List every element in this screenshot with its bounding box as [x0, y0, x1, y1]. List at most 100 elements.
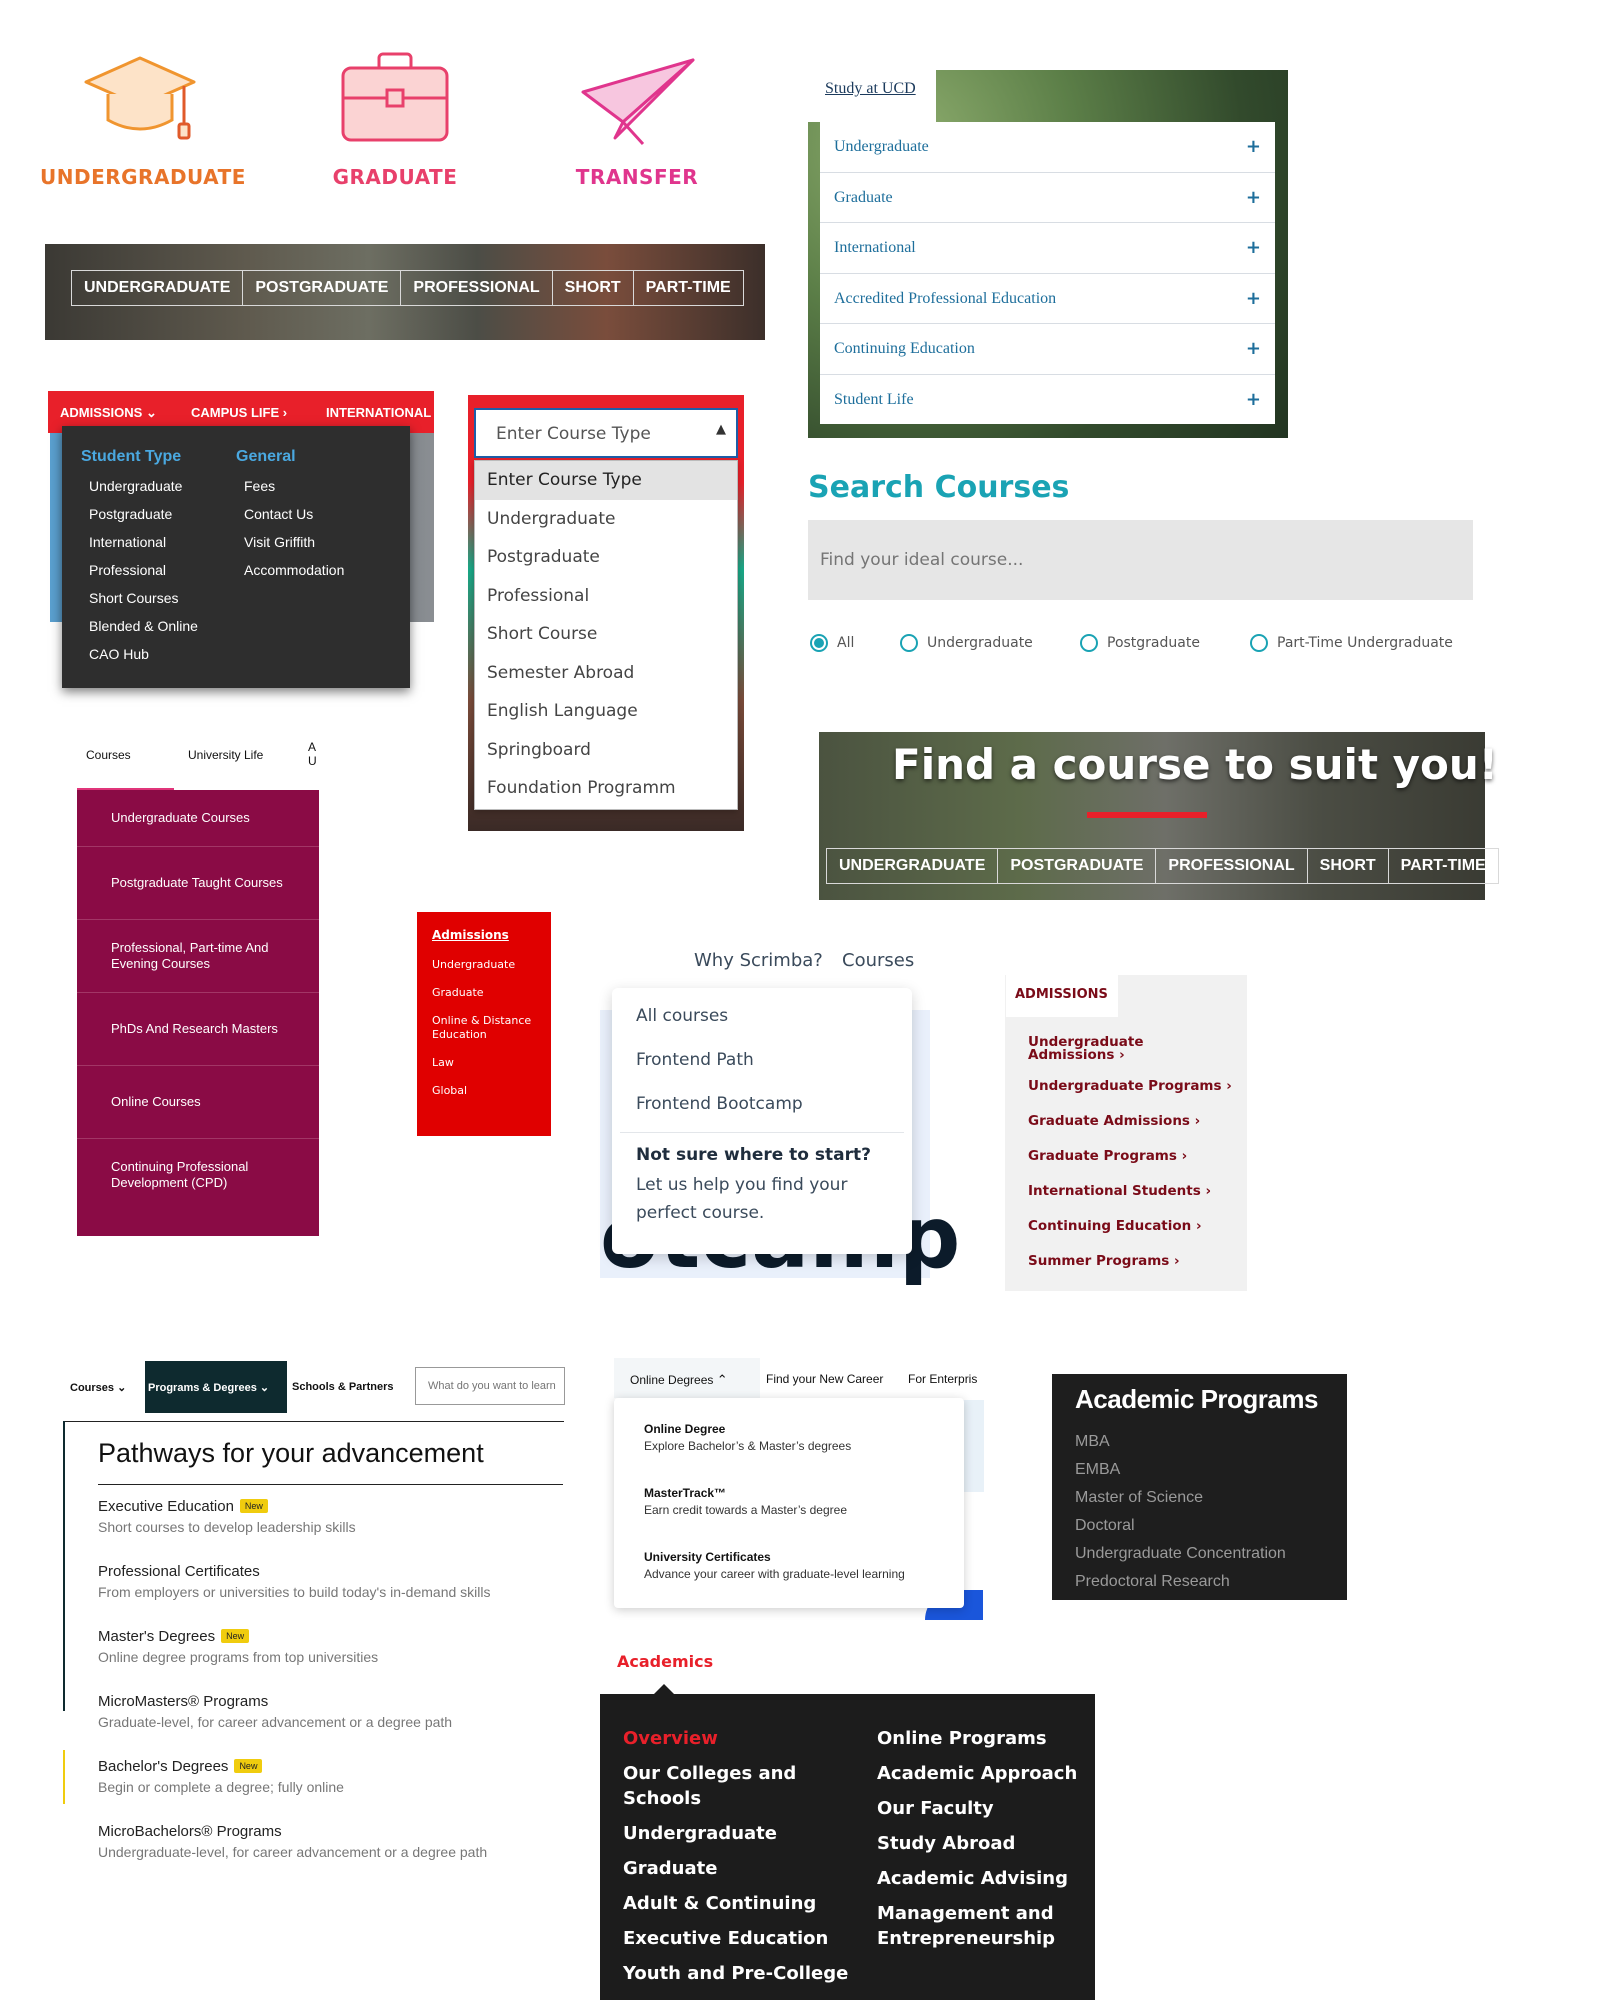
academics-item[interactable]: Executive Education — [623, 1926, 863, 1951]
nav-schools-partners[interactable]: Schools & Partners — [292, 1381, 393, 1393]
graduate-card[interactable]: GRADUATE — [295, 50, 495, 189]
degree-option[interactable]: Online Degree Explore Bachelor’s & Master… — [644, 1422, 851, 1453]
academics-item-overview[interactable]: Overview — [623, 1726, 863, 1751]
maroon-item[interactable]: Postgraduate Taught Courses — [77, 847, 319, 920]
admissions2-item[interactable]: Undergraduate Admissions › — [1028, 1035, 1143, 1062]
plus-icon[interactable]: + — [1246, 223, 1261, 273]
plus-icon[interactable]: + — [1246, 375, 1261, 425]
program-item[interactable]: Doctoral — [1075, 1512, 1286, 1540]
griffith-item[interactable]: Blended & Online — [81, 612, 198, 640]
nav-why-scrimba[interactable]: Why Scrimba? — [694, 950, 823, 971]
admissions-tab[interactable]: ADMISSIONS — [1006, 975, 1118, 1017]
pathway-item[interactable]: Master's Degrees New Online degree program… — [98, 1628, 578, 1693]
nav-courses[interactable]: Courses — [842, 950, 914, 971]
nav-admissions[interactable]: ADMISSIONS ⌄ — [60, 405, 157, 421]
tab-postgraduate[interactable]: POSTGRADUATE — [243, 271, 402, 305]
academics-item[interactable]: Management and Entrepreneurship — [877, 1901, 1092, 1951]
nav-courses[interactable]: Courses ⌄ — [70, 1381, 126, 1394]
radio-all[interactable]: All — [810, 634, 854, 652]
scrimba-item[interactable]: Frontend Bootcamp — [612, 1082, 912, 1126]
plus-icon[interactable]: + — [1246, 173, 1261, 223]
ucd-item-continuing[interactable]: Continuing Education + — [820, 324, 1275, 375]
admissions-heading[interactable]: Admissions — [432, 928, 509, 942]
admissions-item[interactable]: Global — [432, 1084, 544, 1098]
admissions2-item[interactable]: Graduate Admissions › — [1028, 1113, 1238, 1129]
tab-postgraduate[interactable]: POSTGRADUATE — [998, 849, 1157, 883]
nav-online-degrees[interactable]: Online Degrees ⌃ — [614, 1358, 760, 1398]
radio-postgraduate[interactable]: Postgraduate — [1080, 634, 1200, 652]
edx-search-input[interactable] — [415, 1367, 565, 1405]
nav-international[interactable]: INTERNATIONAL — [326, 405, 431, 420]
griffith-item[interactable]: Undergraduate — [81, 472, 198, 500]
griffith-item[interactable]: Visit Griffith — [236, 528, 344, 556]
option-professional[interactable]: Professional — [475, 577, 737, 616]
griffith-item[interactable]: International — [81, 528, 198, 556]
option-short-course[interactable]: Short Course — [475, 615, 737, 654]
academics-item[interactable]: Graduate — [623, 1856, 863, 1881]
admissions-item[interactable]: Law — [432, 1056, 544, 1070]
griffith-item[interactable]: Professional — [81, 556, 198, 584]
plus-icon[interactable]: + — [1246, 324, 1261, 374]
admissions-item[interactable]: Online & Distance Education — [432, 1014, 544, 1042]
maroon-item[interactable]: Undergraduate Courses — [77, 790, 319, 847]
academics-item[interactable]: Our Colleges and Schools — [623, 1761, 863, 1811]
griffith-item[interactable]: CAO Hub — [81, 640, 198, 668]
degree-option[interactable]: MasterTrack™ Earn credit towards a Master… — [644, 1486, 847, 1517]
maroon-item[interactable]: Continuing Professional Development (CPD… — [77, 1139, 319, 1211]
nav-campus-life[interactable]: CAMPUS LIFE › — [191, 405, 287, 420]
program-item[interactable]: Predoctoral Research — [1075, 1568, 1286, 1596]
tab-short[interactable]: SHORT — [553, 271, 634, 305]
option-springboard[interactable]: Springboard — [475, 731, 737, 770]
degree-option[interactable]: University Certificates Advance your care… — [644, 1550, 905, 1581]
radio-undergraduate[interactable]: Undergraduate — [900, 634, 1033, 652]
academics-item[interactable]: Youth and Pre-College — [623, 1961, 863, 1986]
admissions2-item[interactable]: Summer Programs › — [1028, 1253, 1238, 1269]
pathway-item[interactable]: Executive Education New Short courses to d… — [98, 1498, 578, 1563]
griffith-item[interactable]: Accommodation — [236, 556, 344, 584]
academics-item[interactable]: Online Programs — [877, 1726, 1092, 1751]
pathway-item[interactable]: Professional Certificates From employers … — [98, 1563, 578, 1628]
griffith-item[interactable]: Short Courses — [81, 584, 198, 612]
ucd-item-international[interactable]: International + — [820, 223, 1275, 274]
academics-item[interactable]: Adult & Continuing — [623, 1891, 863, 1916]
academics-item[interactable]: Our Faculty — [877, 1796, 1092, 1821]
program-item[interactable]: Master of Science — [1075, 1484, 1286, 1512]
tab-part-time[interactable]: PART-TIME — [1389, 849, 1498, 883]
admissions2-item[interactable]: Graduate Programs › — [1028, 1148, 1238, 1164]
griffith-item[interactable]: Postgraduate — [81, 500, 198, 528]
scrimba-cta[interactable]: Not sure where to start? Let us help you… — [612, 1133, 912, 1227]
tab-undergraduate[interactable]: UNDERGRADUATE — [827, 849, 999, 883]
pathway-item[interactable]: MicroBachelors® Programs Undergraduate-le… — [98, 1823, 578, 1888]
tab-short[interactable]: SHORT — [1308, 849, 1389, 883]
admissions2-item[interactable]: Continuing Education › — [1028, 1218, 1238, 1234]
nav-find-career[interactable]: Find your New Career — [766, 1372, 883, 1386]
griffith-item[interactable]: Fees — [236, 472, 344, 500]
program-item[interactable]: EMBA — [1075, 1456, 1286, 1484]
option-foundation[interactable]: Foundation Programm — [475, 769, 737, 808]
nav-truncated-item[interactable]: A U — [308, 740, 318, 768]
course-type-select[interactable]: Enter Course Type ▲ — [474, 408, 738, 458]
admissions2-item[interactable]: International Students › — [1028, 1183, 1238, 1199]
option-semester-abroad[interactable]: Semester Abroad — [475, 654, 737, 693]
option-undergraduate[interactable]: Undergraduate — [475, 500, 737, 539]
nav-university-life[interactable]: University Life — [188, 748, 263, 762]
radio-part-time[interactable]: Part-Time Undergraduate — [1250, 634, 1453, 652]
academics-item[interactable]: Academic Approach — [877, 1761, 1092, 1786]
option-enter-course-type[interactable]: Enter Course Type — [475, 461, 737, 500]
tab-professional[interactable]: PROFESSIONAL — [1156, 849, 1308, 883]
scrimba-item[interactable]: All courses — [612, 994, 912, 1038]
academics-item[interactable]: Undergraduate — [623, 1821, 863, 1846]
admissions-item[interactable]: Undergraduate — [432, 958, 544, 972]
academics-item[interactable]: Academic Advising — [877, 1866, 1092, 1891]
ucd-item-student-life[interactable]: Student Life + — [820, 375, 1275, 425]
nav-courses[interactable]: Courses — [86, 748, 131, 762]
course-search-input[interactable] — [808, 520, 1473, 600]
tab-undergraduate[interactable]: UNDERGRADUATE — [72, 271, 244, 305]
griffith-item[interactable]: Contact Us — [236, 500, 344, 528]
program-item[interactable]: Undergraduate Concentration — [1075, 1540, 1286, 1568]
option-postgraduate[interactable]: Postgraduate — [475, 538, 737, 577]
option-english-language[interactable]: English Language — [475, 692, 737, 731]
nav-enterprise[interactable]: For Enterpris — [908, 1372, 982, 1386]
plus-icon[interactable]: + — [1246, 122, 1261, 172]
admissions2-item[interactable]: Undergraduate Programs › — [1028, 1078, 1238, 1094]
